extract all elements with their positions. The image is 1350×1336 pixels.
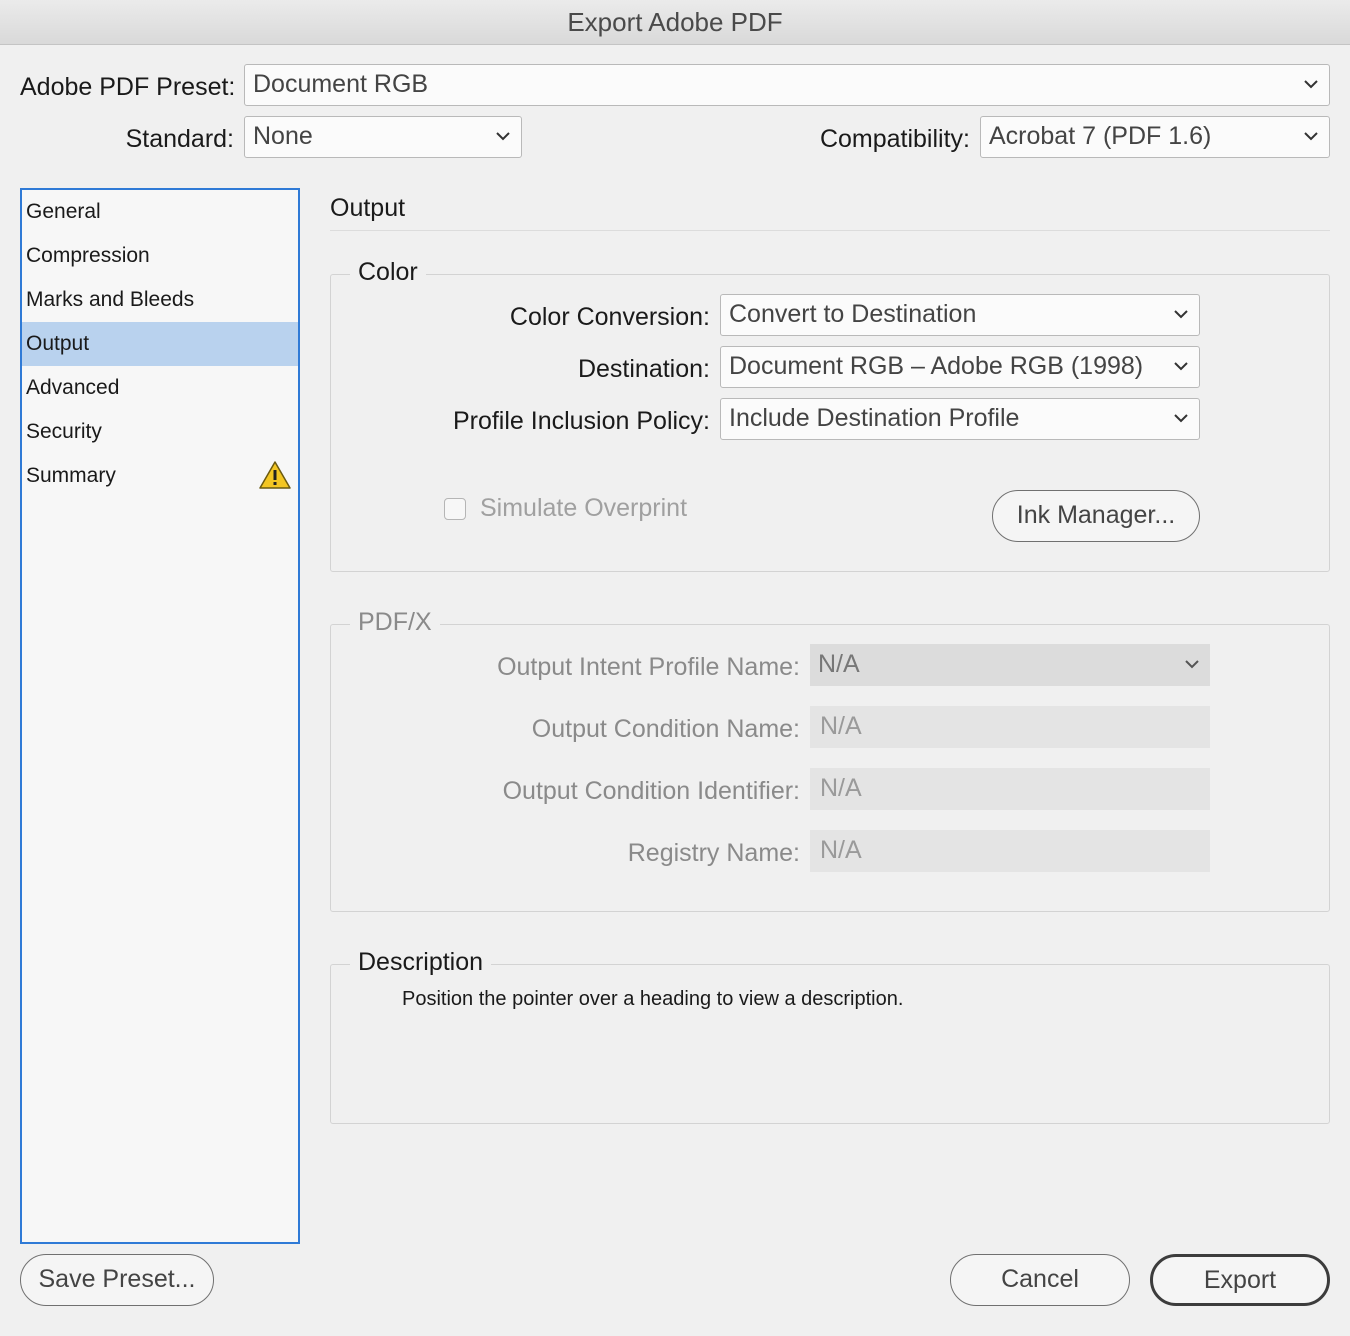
panel-title: Output	[330, 194, 406, 222]
destination-value: Document RGB – Adobe RGB (1998)	[729, 352, 1144, 380]
sidebar-item-output[interactable]: Output	[22, 322, 298, 366]
category-list: General Compression Marks and Bleeds Out…	[20, 188, 300, 1244]
profile-inclusion-select[interactable]: Include Destination Profile	[720, 398, 1200, 440]
destination-label: Destination:	[577, 355, 710, 383]
color-conversion-select[interactable]: Convert to Destination	[720, 294, 1200, 336]
simulate-overprint-checkbox[interactable]	[444, 498, 466, 520]
registry-name-label: Registry Name:	[627, 839, 800, 867]
color-conversion-value: Convert to Destination	[729, 300, 977, 328]
output-condition-identifier-label: Output Condition Identifier:	[502, 777, 800, 805]
sidebar-item-summary[interactable]: Summary	[22, 454, 298, 498]
output-condition-name-label: Output Condition Name:	[531, 715, 800, 743]
preset-value: Document RGB	[253, 70, 429, 98]
color-group-title: Color	[350, 258, 426, 287]
compatibility-label: Compatibility:	[819, 125, 970, 153]
sidebar-item-security[interactable]: Security	[22, 410, 298, 454]
color-conversion-label: Color Conversion:	[509, 303, 710, 331]
profile-inclusion-value: Include Destination Profile	[729, 404, 1020, 432]
output-condition-identifier-field: N/A	[810, 768, 1210, 810]
profile-inclusion-label: Profile Inclusion Policy:	[452, 407, 710, 435]
preset-label: Adobe PDF Preset:	[20, 73, 236, 101]
output-condition-name-field: N/A	[810, 706, 1210, 748]
preset-select[interactable]: Document RGB	[244, 64, 1330, 106]
output-intent-value: N/A	[818, 650, 860, 678]
standard-value: None	[253, 122, 313, 150]
compatibility-select[interactable]: Acrobat 7 (PDF 1.6)	[980, 116, 1330, 158]
chevron-down-icon	[1174, 414, 1188, 423]
standard-select[interactable]: None	[244, 116, 522, 158]
chevron-down-icon	[1304, 132, 1318, 141]
sidebar-item-compression[interactable]: Compression	[22, 234, 298, 278]
destination-select[interactable]: Document RGB – Adobe RGB (1998)	[720, 346, 1200, 388]
standard-label: Standard:	[125, 125, 234, 153]
sidebar-item-advanced[interactable]: Advanced	[22, 366, 298, 410]
description-text: Position the pointer over a heading to v…	[402, 988, 904, 1010]
sidebar-item-label: Summary	[26, 464, 116, 487]
panel-title-divider	[330, 230, 1330, 231]
window-title: Export Adobe PDF	[0, 0, 1350, 45]
warning-icon	[259, 461, 291, 489]
ink-manager-button[interactable]: Ink Manager...	[992, 490, 1200, 542]
pdfx-group-title: PDF/X	[350, 608, 440, 637]
save-preset-button[interactable]: Save Preset...	[20, 1254, 214, 1306]
description-group-title: Description	[350, 948, 492, 977]
chevron-down-icon	[1185, 660, 1199, 669]
chevron-down-icon	[1174, 362, 1188, 371]
compatibility-value: Acrobat 7 (PDF 1.6)	[989, 122, 1212, 150]
chevron-down-icon	[1174, 310, 1188, 319]
sidebar-item-marks-and-bleeds[interactable]: Marks and Bleeds	[22, 278, 298, 322]
output-intent-select: N/A	[810, 644, 1210, 686]
export-button[interactable]: Export	[1150, 1254, 1330, 1306]
cancel-button[interactable]: Cancel	[950, 1254, 1130, 1306]
chevron-down-icon	[496, 132, 510, 141]
registry-name-field: N/A	[810, 830, 1210, 872]
sidebar-item-general[interactable]: General	[22, 190, 298, 234]
output-intent-label: Output Intent Profile Name:	[497, 653, 800, 681]
simulate-overprint-label: Simulate Overprint	[480, 494, 688, 522]
chevron-down-icon	[1304, 80, 1318, 89]
